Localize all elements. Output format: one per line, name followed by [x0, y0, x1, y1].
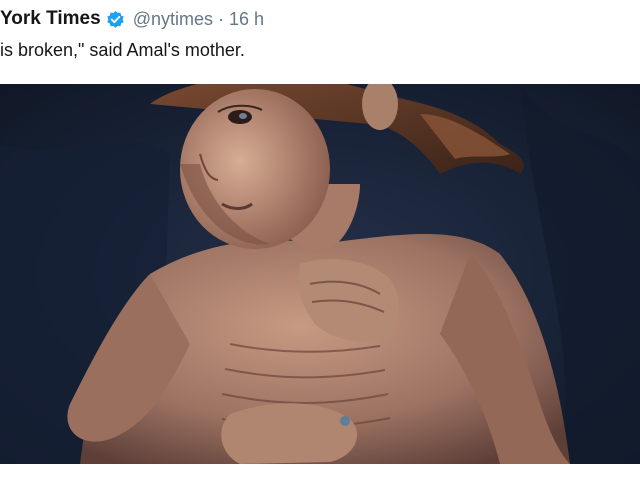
tweet: York Times @nytimes · 16 h is broken," s…	[0, 0, 640, 480]
tweet-header: York Times @nytimes · 16 h	[0, 4, 264, 34]
tweet-footer-spacer	[0, 464, 640, 480]
tweet-text: is broken," said Amal's mother.	[0, 40, 245, 60]
tweet-photo[interactable]	[0, 84, 640, 464]
author-handle[interactable]: @nytimes	[133, 9, 213, 30]
dot-separator: ·	[217, 8, 224, 29]
verified-badge-icon	[106, 10, 125, 29]
photo-illustration	[0, 84, 640, 464]
author-name[interactable]: York Times	[0, 8, 101, 30]
tweet-timestamp[interactable]: 16 h	[229, 9, 264, 30]
